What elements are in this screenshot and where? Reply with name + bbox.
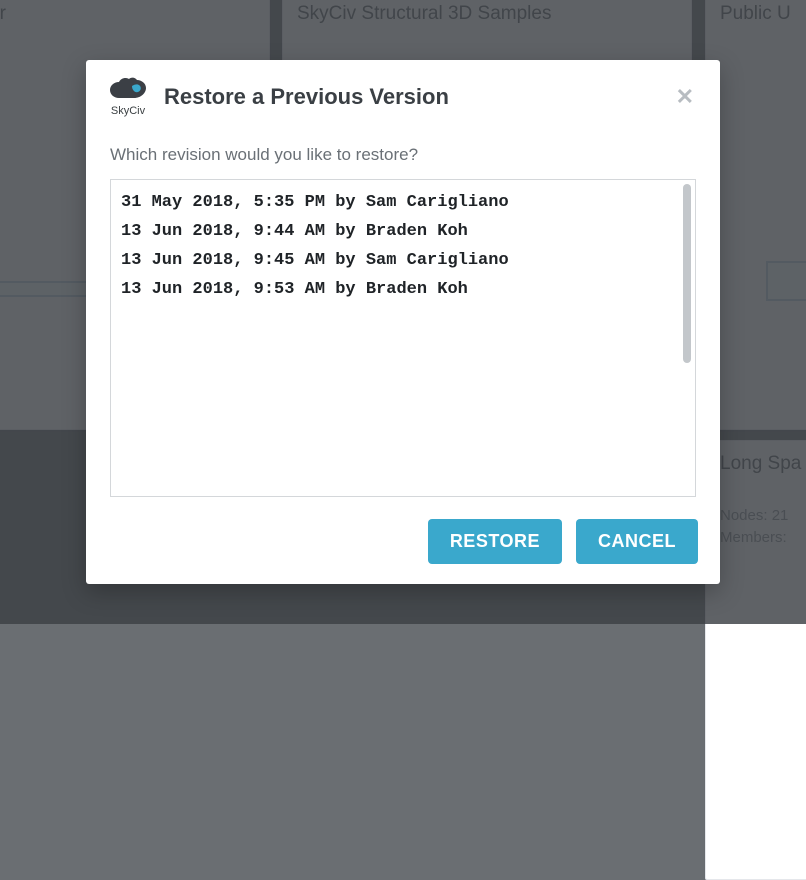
modal-body: Which revision would you like to restore… (86, 127, 720, 499)
skyciv-logo: SkyCiv (108, 76, 148, 117)
revision-item[interactable]: 13 Jun 2018, 9:53 AM by Braden Koh (121, 275, 685, 304)
revision-item[interactable]: 31 May 2018, 5:35 PM by Sam Carigliano (121, 188, 685, 217)
restore-version-modal: SkyCiv Restore a Previous Version ✕ Whic… (86, 60, 720, 584)
revision-list-container: 31 May 2018, 5:35 PM by Sam Carigliano 1… (110, 179, 696, 497)
scrollbar-thumb[interactable] (683, 184, 691, 363)
logo-caption: SkyCiv (111, 105, 145, 117)
revision-item[interactable]: 13 Jun 2018, 9:44 AM by Braden Koh (121, 217, 685, 246)
close-icon[interactable]: ✕ (672, 82, 698, 112)
revision-scrollbar[interactable] (683, 184, 691, 492)
revision-list: 31 May 2018, 5:35 PM by Sam Carigliano 1… (111, 180, 695, 496)
cancel-button[interactable]: CANCEL (576, 519, 698, 564)
restore-button[interactable]: RESTORE (428, 519, 562, 564)
cloud-logo-icon (108, 76, 148, 104)
revision-item[interactable]: 13 Jun 2018, 9:45 AM by Sam Carigliano (121, 246, 685, 275)
modal-title: Restore a Previous Version (164, 84, 449, 110)
modal-footer: RESTORE CANCEL (86, 499, 720, 584)
modal-header: SkyCiv Restore a Previous Version ✕ (86, 60, 720, 127)
modal-prompt: Which revision would you like to restore… (110, 145, 696, 165)
